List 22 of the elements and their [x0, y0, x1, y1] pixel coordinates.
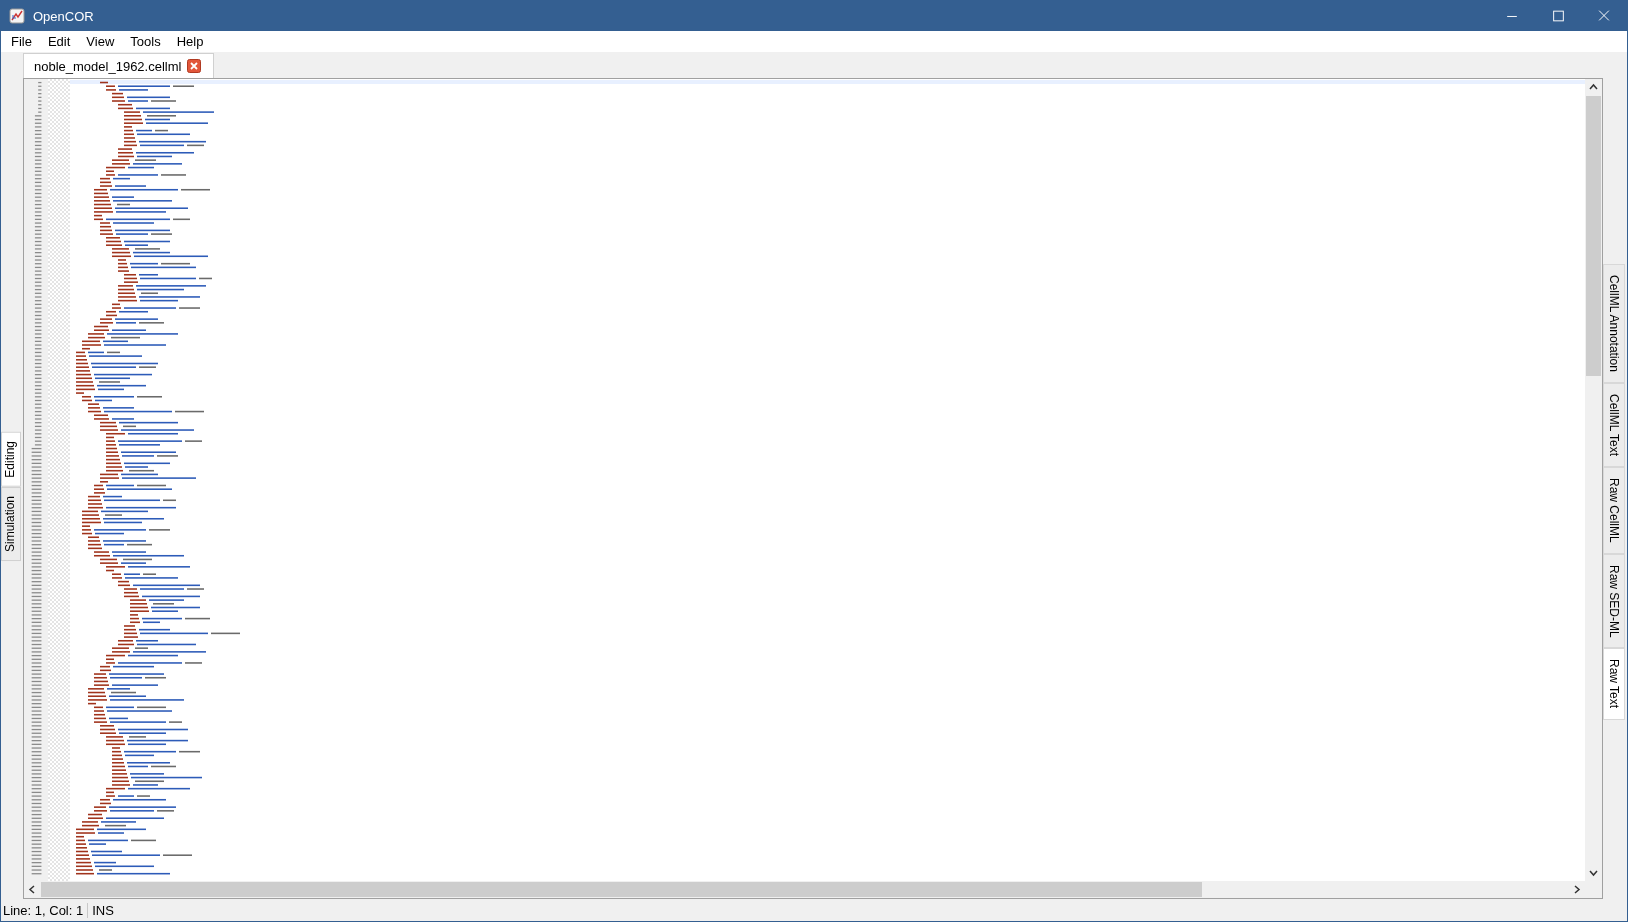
cursor-position: Line: 1, Col: 1 — [3, 902, 85, 918]
close-icon[interactable] — [187, 59, 202, 73]
menu-item[interactable]: File — [3, 34, 40, 49]
scrollbar-thumb[interactable] — [41, 882, 1202, 897]
window-title: OpenCOR — [33, 8, 94, 24]
document-tab[interactable]: noble_model_1962.cellml — [23, 53, 215, 78]
insert-mode: INS — [87, 902, 118, 918]
menu-item[interactable]: View — [78, 34, 123, 49]
menu-item[interactable]: Edit — [39, 34, 79, 49]
side-tab[interactable]: Simulation — [1, 486, 21, 561]
side-tab[interactable]: Raw SED-ML — [1603, 553, 1625, 649]
side-tab[interactable]: Editing — [1, 432, 21, 487]
app-logo-icon — [9, 8, 25, 24]
scrollbar-thumb[interactable] — [1586, 96, 1601, 376]
side-tab[interactable]: CellML Text — [1603, 382, 1625, 467]
menu-item[interactable]: Help — [168, 34, 212, 49]
side-tab[interactable]: Raw Text — [1603, 648, 1625, 720]
side-tab[interactable]: Raw CellML — [1603, 467, 1625, 554]
vertical-scrollbar[interactable] — [1585, 79, 1602, 881]
side-tab[interactable]: CellML Annotation — [1603, 264, 1625, 383]
menu-item[interactable]: Tools — [122, 34, 169, 49]
horizontal-scrollbar[interactable] — [24, 881, 1602, 898]
